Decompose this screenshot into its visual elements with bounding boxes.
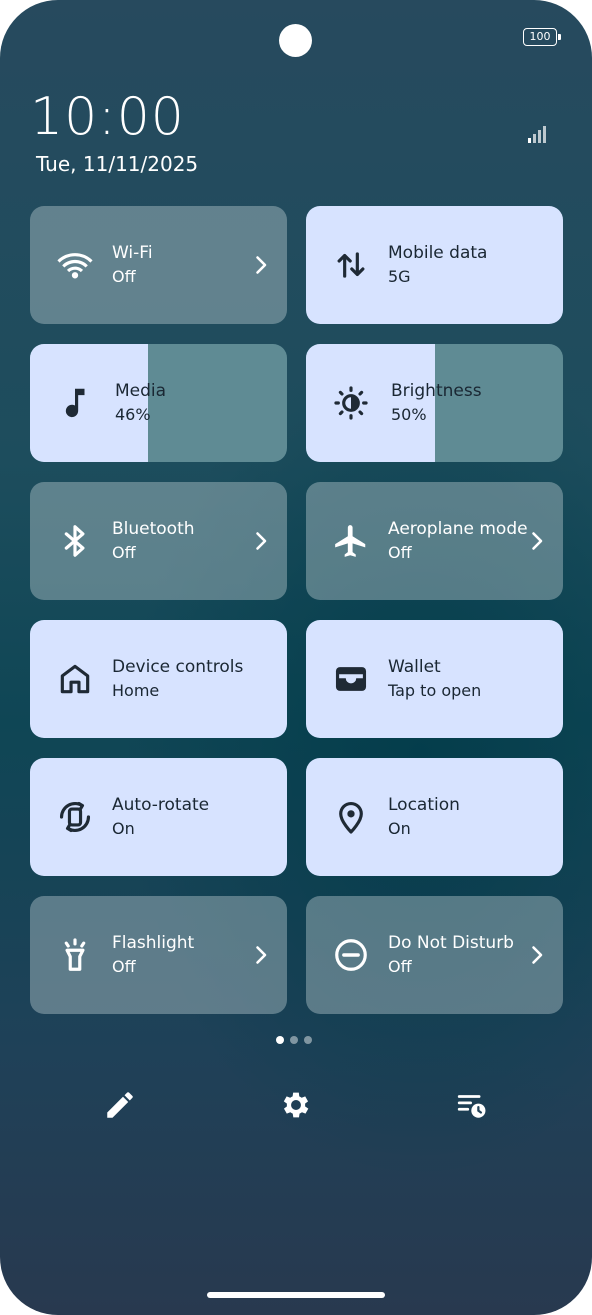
tile-label: Location xyxy=(388,794,460,815)
tile-aeroplane-mode[interactable]: Aeroplane mode Off xyxy=(306,482,563,600)
page-dot[interactable] xyxy=(304,1036,312,1044)
cell-signal-icon xyxy=(527,124,549,144)
music-note-icon xyxy=(56,384,94,422)
chevron-right-icon[interactable] xyxy=(249,529,273,553)
mobile-data-icon xyxy=(332,246,370,284)
tile-level-value: 46% xyxy=(115,404,151,424)
location-pin-icon xyxy=(332,798,370,836)
tile-flashlight[interactable]: Flashlight Off xyxy=(30,896,287,1014)
tile-state: Off xyxy=(112,542,136,562)
page-dot[interactable] xyxy=(290,1036,298,1044)
tile-state: Tap to open xyxy=(388,680,482,700)
notification-history-icon[interactable] xyxy=(455,1088,489,1122)
tile-label: Device controls xyxy=(112,656,244,677)
tile-state: Off xyxy=(388,542,412,562)
tile-location[interactable]: Location On xyxy=(306,758,563,876)
home-icon xyxy=(56,660,94,698)
tile-wallet[interactable]: Wallet Tap to open xyxy=(306,620,563,738)
chevron-right-icon[interactable] xyxy=(249,253,273,277)
wifi-icon xyxy=(56,246,94,284)
tile-label: Flashlight xyxy=(112,932,195,953)
tile-label: Do Not Disturb xyxy=(388,932,514,953)
tile-label: Wi-Fi xyxy=(112,242,153,263)
tile-label: Brightness xyxy=(391,380,482,401)
page-dot[interactable] xyxy=(276,1036,284,1044)
home-gesture-bar[interactable] xyxy=(207,1292,385,1298)
brightness-icon xyxy=(332,384,370,422)
tile-state: On xyxy=(112,818,135,838)
tile-wifi[interactable]: Wi-Fi Off xyxy=(30,206,287,324)
tile-level-value: 50% xyxy=(391,404,427,424)
tile-state: Off xyxy=(112,266,136,286)
chevron-right-icon[interactable] xyxy=(525,529,549,553)
tile-label: Auto-rotate xyxy=(112,794,210,815)
auto-rotate-icon xyxy=(56,798,94,836)
edit-pencil-icon[interactable] xyxy=(103,1088,137,1122)
front-camera xyxy=(279,24,312,57)
tile-do-not-disturb[interactable]: Do Not Disturb Off xyxy=(306,896,563,1014)
battery-indicator: 100 xyxy=(523,28,561,46)
page-indicator[interactable] xyxy=(276,1036,312,1044)
tile-auto-rotate[interactable]: Auto-rotate On xyxy=(30,758,287,876)
tile-label: Bluetooth xyxy=(112,518,195,539)
tile-label: Mobile data xyxy=(388,242,488,263)
flashlight-icon xyxy=(56,936,94,974)
tile-label: Aeroplane mode xyxy=(388,518,528,539)
tile-label: Wallet xyxy=(388,656,441,677)
clock: 10:00 xyxy=(30,87,185,147)
chevron-right-icon[interactable] xyxy=(249,943,273,967)
tile-brightness-slider[interactable]: Brightness 50% xyxy=(306,344,563,462)
settings-gear-icon[interactable] xyxy=(279,1088,313,1122)
wallet-icon xyxy=(332,660,370,698)
bluetooth-icon xyxy=(56,522,94,560)
do-not-disturb-icon xyxy=(332,936,370,974)
tile-state: Off xyxy=(388,956,412,976)
airplane-icon xyxy=(332,522,370,560)
tile-state: Home xyxy=(112,680,160,700)
tile-label: Media xyxy=(115,380,167,401)
tile-state: Off xyxy=(112,956,136,976)
tile-mobile-data[interactable]: Mobile data 5G xyxy=(306,206,563,324)
quick-settings-panel: 100 10:00 Tue, 11/11/2025 Wi-Fi Off Mobi… xyxy=(0,0,592,1315)
tile-state: 5G xyxy=(388,266,411,286)
tile-state: On xyxy=(388,818,411,838)
date[interactable]: Tue, 11/11/2025 xyxy=(36,150,198,178)
chevron-right-icon[interactable] xyxy=(525,943,549,967)
tile-bluetooth[interactable]: Bluetooth Off xyxy=(30,482,287,600)
tile-media-volume-slider[interactable]: Media 46% xyxy=(30,344,287,462)
tile-device-controls[interactable]: Device controls Home xyxy=(30,620,287,738)
